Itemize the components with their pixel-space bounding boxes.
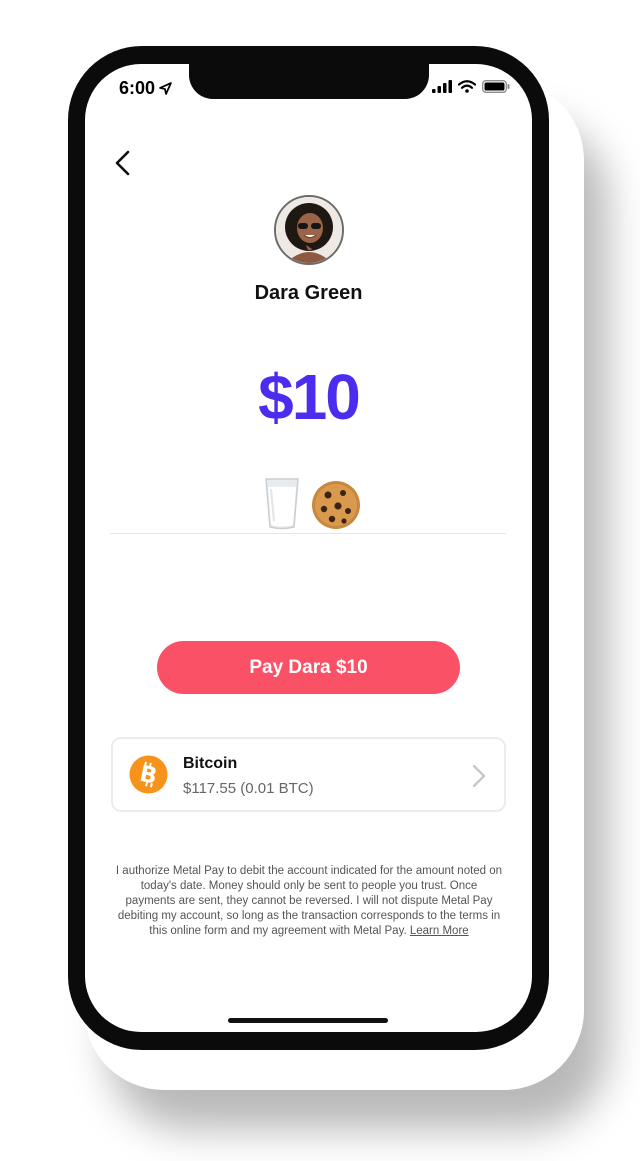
cookie-icon (312, 481, 360, 529)
learn-more-link[interactable]: Learn More (410, 925, 469, 937)
phone-notch (189, 64, 429, 99)
recipient-name: Dara Green (254, 282, 363, 304)
avatar-photo (276, 197, 342, 263)
home-indicator[interactable] (228, 1018, 388, 1023)
back-chevron-icon[interactable] (111, 150, 135, 176)
payment-method-balance: $117.55 (0.01 BTC) (183, 780, 314, 797)
milk-glass-icon (265, 478, 299, 530)
cellular-signal-icon (432, 80, 452, 93)
battery-icon (482, 80, 510, 93)
status-time: 6:00 (119, 78, 172, 99)
status-indicators (432, 80, 510, 93)
payment-method-selector[interactable]: B Bitcoin $117.55 (0.01 BTC) (111, 737, 506, 812)
wifi-icon (458, 80, 476, 93)
recipient-avatar (274, 195, 344, 265)
payment-amount[interactable]: $10 (85, 360, 532, 434)
app-screen: 6:00 Dara Green $10 Pay Dara $10 B Bitco… (85, 64, 532, 1032)
pay-button[interactable]: Pay Dara $10 (157, 641, 460, 694)
status-time-text: 6:00 (119, 78, 156, 98)
legal-disclaimer: I authorize Metal Pay to debit the accou… (115, 864, 503, 939)
chevron-right-icon (472, 764, 486, 788)
bitcoin-icon: B (129, 755, 168, 794)
note-divider (110, 533, 506, 534)
payment-method-name: Bitcoin (183, 755, 238, 772)
location-arrow-icon (159, 82, 172, 95)
